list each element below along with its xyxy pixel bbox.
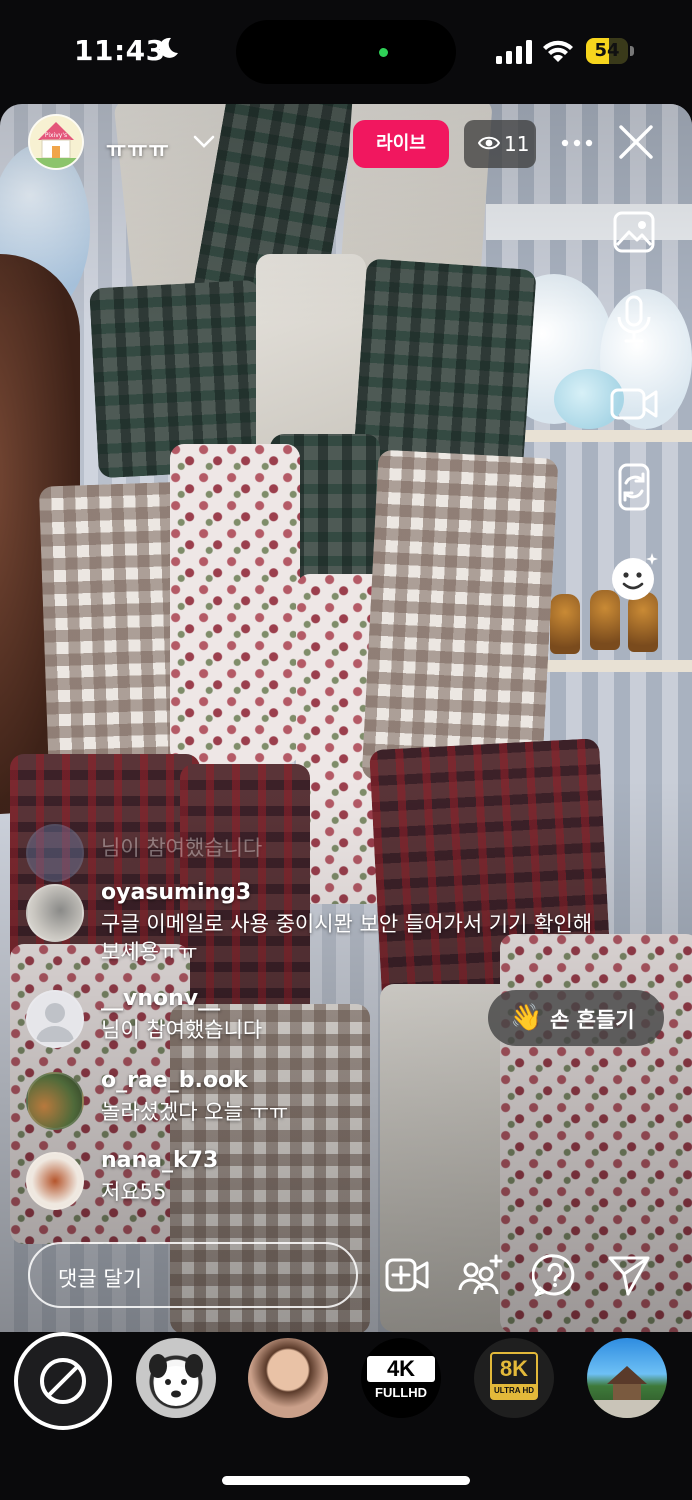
flip-camera-icon[interactable] — [606, 459, 662, 515]
comment-text: 놀라셨겠다 오늘 ㅜㅠ — [101, 1100, 289, 1124]
house-logo-icon: Pixivy's — [30, 116, 82, 168]
home-indicator[interactable] — [222, 1476, 470, 1485]
send-icon[interactable] — [606, 1252, 652, 1298]
status-bar: 11:43 54 — [0, 0, 692, 104]
host-avatar[interactable]: Pixivy's — [28, 114, 84, 170]
fullhd-label: FULLHD — [375, 1385, 427, 1400]
add-guest-icon[interactable] — [458, 1252, 504, 1298]
dynamic-island — [236, 20, 456, 84]
chevron-down-icon[interactable] — [192, 132, 216, 152]
more-options-icon[interactable] — [560, 130, 594, 156]
signal-icon — [496, 40, 532, 64]
landscape-filter-button[interactable] — [587, 1338, 667, 1418]
comment-text: 님이 참여했습니다 — [101, 836, 263, 860]
host-name[interactable]: ㅠㅠㅠ — [106, 132, 170, 164]
portrait-filter-button[interactable] — [248, 1338, 328, 1418]
battery-icon: 54 — [586, 38, 634, 64]
8k-filter-button[interactable]: 8K ULTRA HD — [474, 1338, 554, 1418]
image-icon[interactable] — [606, 205, 662, 261]
battery-percent: 54 — [594, 40, 620, 61]
waving-hand-icon: 👋 — [510, 1003, 543, 1033]
status-time: 11:43 — [74, 34, 166, 67]
microphone-icon[interactable] — [606, 291, 662, 347]
question-icon[interactable] — [532, 1252, 578, 1298]
close-icon[interactable] — [616, 122, 656, 162]
pagoda-icon — [587, 1366, 667, 1418]
no-filter-button[interactable] — [14, 1332, 112, 1430]
filter-strip: 4K FULLHD 8K ULTRA HD — [0, 1332, 692, 1500]
camera-indicator — [379, 48, 388, 57]
dog-face-icon — [149, 1354, 203, 1406]
comment-avatar[interactable] — [26, 1072, 84, 1130]
comment-input-placeholder: 댓글 달기 — [58, 1267, 142, 1291]
wifi-icon — [543, 40, 573, 62]
comment-avatar[interactable] — [26, 1152, 84, 1210]
video-camera-icon[interactable] — [606, 375, 662, 431]
live-badge: 라이브 — [353, 120, 449, 168]
comment-text: 구글 이메일로 사용 중이시뫈 보안 들어가서 기기 확인해보세용ㅠㅠ — [101, 912, 593, 964]
comment-avatar — [26, 824, 84, 882]
dog-filter-button[interactable] — [136, 1338, 216, 1418]
live-header: Pixivy's ㅠㅠㅠ 라이브 11 — [0, 104, 692, 184]
wave-button[interactable]: 👋 손 흔들기 — [488, 990, 664, 1046]
comment-username[interactable]: nana_k73 — [101, 1148, 218, 1173]
eye-icon — [478, 136, 500, 150]
viewer-count-badge[interactable]: 11 — [464, 120, 536, 168]
viewer-count: 11 — [504, 132, 530, 156]
comment-username[interactable]: o_rae_b.ook — [101, 1068, 248, 1093]
comment-username[interactable]: oyasuming3 — [101, 880, 251, 905]
comment-avatar[interactable] — [26, 884, 84, 942]
host-avatar-text: Pixivy's — [45, 132, 67, 139]
4k-filter-button[interactable]: 4K FULLHD — [361, 1338, 441, 1418]
comment-text: 저요55 — [101, 1180, 167, 1204]
wave-button-label: 손 흔들기 — [550, 1008, 635, 1032]
default-avatar-icon[interactable] — [26, 990, 84, 1048]
8k-label: 8K — [499, 1356, 529, 1381]
moon-icon — [159, 37, 178, 58]
comment-input[interactable]: 댓글 달기 — [28, 1242, 358, 1308]
ultrahd-label: ULTRA HD — [492, 1384, 536, 1398]
face-effects-icon[interactable] — [606, 549, 662, 605]
4k-label: 4K — [367, 1356, 435, 1382]
add-video-icon[interactable] — [384, 1252, 430, 1298]
prohibited-icon — [40, 1358, 86, 1404]
comment-username[interactable]: __vnonv__ — [101, 986, 220, 1011]
